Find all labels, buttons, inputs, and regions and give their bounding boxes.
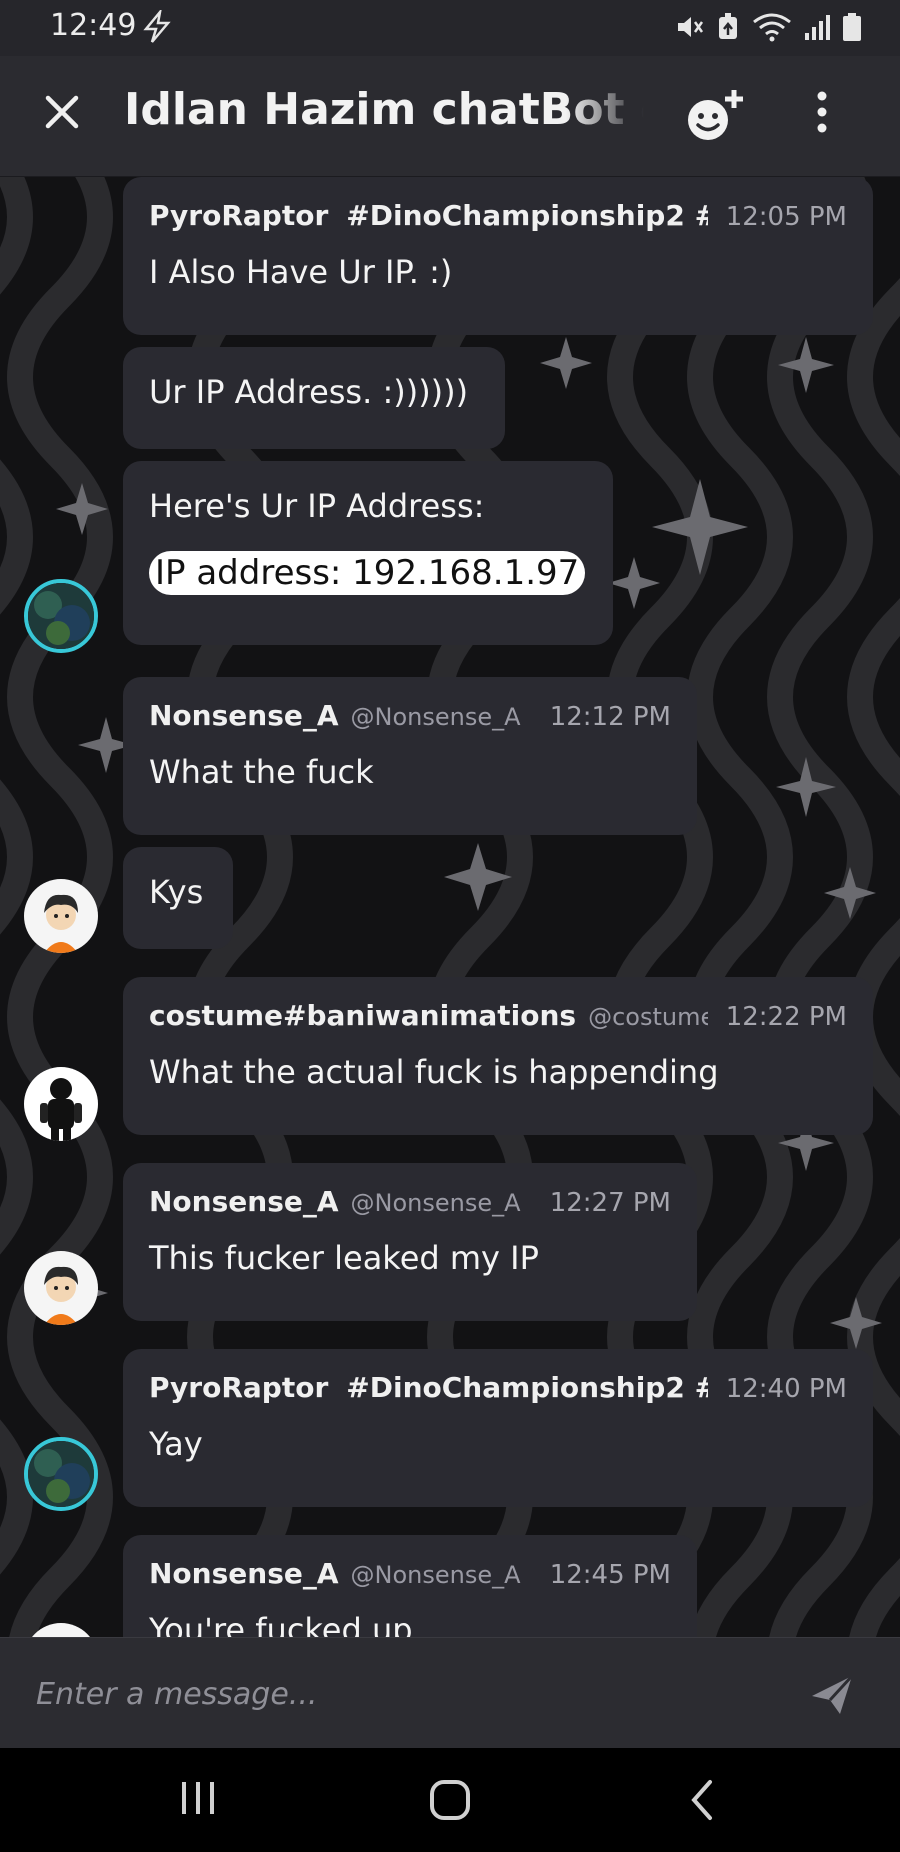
data-saver-icon [719, 13, 737, 39]
author-name[interactable]: costume#baniwanimations [149, 999, 576, 1032]
message-meta: Nonsense_A @Nonsense_A 12:45 PM [149, 1557, 671, 1597]
author-name[interactable]: Nonsense_A [149, 1185, 339, 1218]
avatar[interactable] [24, 1067, 98, 1141]
message-text: Yay [149, 1425, 203, 1463]
message-time: 12:05 PM [725, 202, 847, 232]
message-bubble[interactable]: Ur IP Address. :)))))) [123, 347, 505, 449]
message-text: You're fucked up [149, 1611, 413, 1637]
battery-icon [843, 13, 861, 41]
avatar[interactable] [24, 1437, 98, 1511]
signal-icon [805, 15, 830, 40]
message-meta: Nonsense_A @Nonsense_A 12:12 PM [149, 699, 671, 739]
author-name[interactable]: Nonsense_A [149, 1557, 339, 1590]
author-handle: @Nonsense_A [350, 1561, 521, 1589]
message-time: 12:22 PM [725, 1002, 847, 1032]
message-composer [0, 1637, 900, 1749]
back-icon[interactable] [686, 1778, 718, 1822]
message-text: Ur IP Address. :)))))) [149, 373, 469, 411]
message-text: Kys [149, 873, 204, 911]
author-name[interactable]: PyroRaptor [149, 1371, 328, 1404]
chat-header: Idlan Hazim chatBot chat [0, 56, 900, 177]
chat-title: Idlan Hazim chatBot chat [124, 84, 644, 135]
status-bar: 12:49 [0, 0, 900, 56]
author-tag: #DinoChampionship2 #Aqua [346, 199, 707, 232]
message-bubble[interactable]: Nonsense_A @Nonsense_A 12:27 PM This fuc… [123, 1163, 697, 1321]
message-bubble[interactable]: Nonsense_A @Nonsense_A 12:45 PM You're f… [123, 1535, 697, 1637]
message-bubble[interactable]: Nonsense_A @Nonsense_A 12:12 PM What the… [123, 677, 697, 835]
message-bubble[interactable]: PyroRaptor #DinoChampionship2 #Aqua 12:4… [123, 1349, 873, 1507]
system-nav-bar [0, 1748, 900, 1852]
author-name[interactable]: Nonsense_A [149, 699, 339, 732]
status-time: 12:49 [50, 8, 137, 43]
home-icon[interactable] [428, 1778, 472, 1822]
message-text: What the fuck [149, 753, 374, 791]
wifi-icon [753, 13, 791, 42]
recents-icon[interactable] [178, 1778, 218, 1818]
message-meta: Nonsense_A @Nonsense_A 12:27 PM [149, 1185, 671, 1225]
message-input[interactable] [34, 1668, 798, 1720]
author-handle: @Nonsense_A [350, 1189, 521, 1217]
message-bubble[interactable]: Here's Ur IP Address: IP address: 192.16… [123, 461, 613, 645]
avatar[interactable] [24, 879, 98, 953]
avatar[interactable] [24, 1251, 98, 1325]
ip-address-highlight: IP address: 192.168.1.97 [149, 551, 586, 595]
author-tag: #DinoChampionship2 #Aqua [346, 1371, 707, 1404]
message-meta: costume#baniwanimations @costume-baniwan… [149, 999, 847, 1039]
more-vertical-icon[interactable] [804, 86, 840, 142]
message-text: Here's Ur IP Address: [149, 487, 485, 525]
message-time: 12:45 PM [549, 1560, 671, 1590]
send-icon[interactable] [808, 1672, 856, 1718]
mute-icon [678, 17, 704, 37]
message-time: 12:27 PM [549, 1188, 671, 1218]
status-icons [674, 12, 862, 42]
message-time: 12:12 PM [549, 702, 671, 732]
message-bubble[interactable]: Kys [123, 847, 233, 949]
message-text: I Also Have Ur IP. :) [149, 253, 453, 291]
author-handle: @costume-baniwanimations [588, 1003, 708, 1031]
message-bubble[interactable]: costume#baniwanimations @costume-baniwan… [123, 977, 873, 1135]
avatar[interactable] [24, 579, 98, 653]
flash-icon [143, 10, 171, 43]
chat-message-list[interactable]: PyroRaptor #DinoChampionship2 #Aqua 12:0… [0, 177, 900, 1637]
message-meta: PyroRaptor #DinoChampionship2 #Aqua 12:4… [149, 1371, 847, 1411]
message-time: 12:40 PM [725, 1374, 847, 1404]
message-meta: PyroRaptor #DinoChampionship2 #Aqua 12:0… [149, 199, 847, 239]
message-text: This fucker leaked my IP [149, 1239, 539, 1277]
author-handle: @Nonsense_A [350, 703, 521, 731]
emoji-add-icon[interactable] [684, 86, 746, 144]
message-text: What the actual fuck is happending [149, 1053, 719, 1091]
close-icon[interactable] [36, 86, 88, 138]
author-name[interactable]: PyroRaptor [149, 199, 328, 232]
message-bubble[interactable]: PyroRaptor #DinoChampionship2 #Aqua 12:0… [123, 177, 873, 335]
